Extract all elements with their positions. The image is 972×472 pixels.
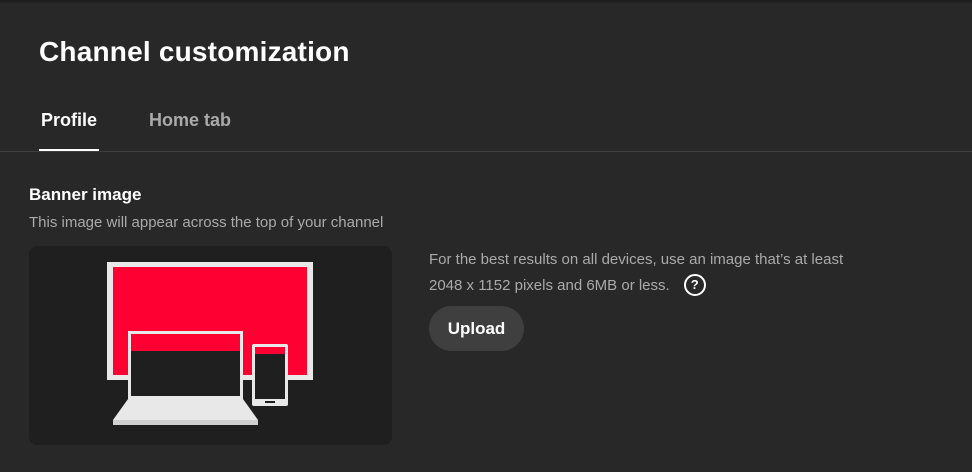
laptop-screen	[131, 351, 240, 396]
banner-section-subtitle: This image will appear across the top of…	[29, 214, 384, 231]
banner-info: For the best results on all devices, use…	[429, 247, 859, 299]
help-circle-icon[interactable]: ?	[683, 273, 706, 296]
banner-info-text: For the best results on all devices, use…	[429, 251, 844, 294]
page-title: Channel customization	[39, 36, 350, 67]
channel-customization-page: Channel customization Profile Home tab B…	[0, 0, 972, 472]
tab-selected-indicator	[39, 149, 99, 151]
top-divider	[0, 0, 972, 4]
phone-banner-area	[255, 347, 285, 354]
tab-bar: Profile Home tab	[0, 100, 972, 152]
tab-profile[interactable]: Profile	[39, 100, 99, 151]
phone-screen	[255, 354, 285, 399]
banner-preview	[29, 246, 392, 445]
tab-profile-label: Profile	[40, 110, 97, 130]
laptop-base	[113, 420, 258, 425]
tab-home-label: Home tab	[149, 110, 232, 130]
phone-home-button	[265, 401, 275, 403]
laptop-banner-area	[131, 334, 240, 351]
devices-banner-illustration-icon	[107, 262, 313, 425]
upload-button[interactable]: Upload	[429, 306, 524, 351]
laptop-keyboard	[113, 399, 258, 420]
banner-section-title: Banner image	[29, 185, 142, 204]
tab-home[interactable]: Home tab	[149, 100, 231, 151]
